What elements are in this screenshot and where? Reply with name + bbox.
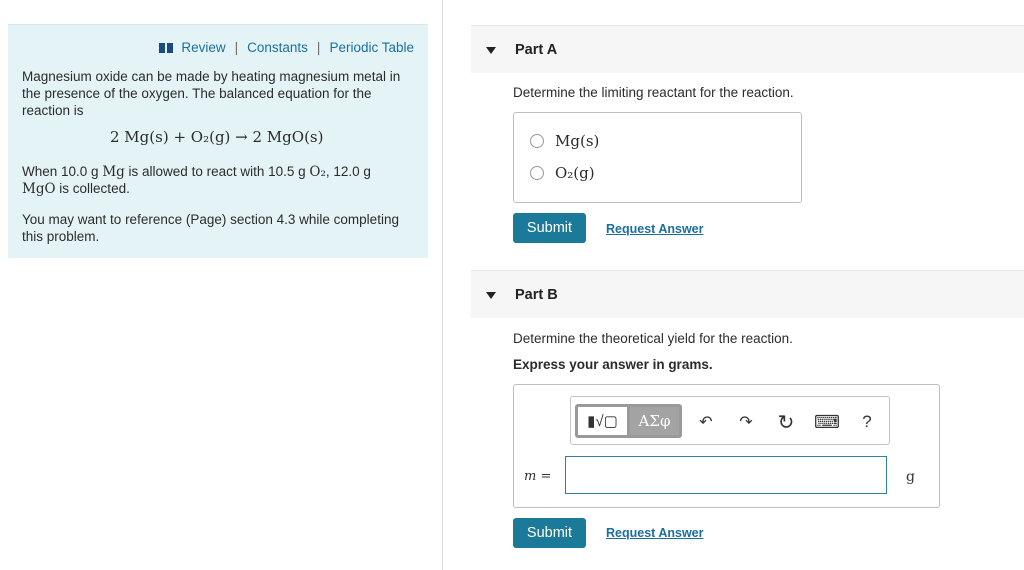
- option-o2[interactable]: O₂(g): [530, 164, 595, 182]
- math-toolbar: ▮√▢ ΑΣφ ↶ ↷ ↻ ⌨ ?: [570, 396, 890, 445]
- collapse-caret-icon[interactable]: [486, 292, 496, 299]
- reference-text-line-1: You may want to reference (Page) section…: [22, 212, 399, 227]
- answer-input-area: ▮√▢ ΑΣφ ↶ ↷ ↻ ⌨ ? m = g: [513, 384, 940, 508]
- review-link[interactable]: Review: [181, 40, 225, 55]
- template-group: ▮√▢ ΑΣφ: [575, 404, 682, 438]
- resource-links: Review | Constants | Periodic Table: [159, 40, 414, 55]
- help-icon[interactable]: ?: [856, 411, 878, 433]
- given-text-line-1: When 10.0 g Mg is allowed to react with …: [22, 163, 371, 181]
- given-text: When 10.0 g: [22, 164, 103, 179]
- part-a-question: Determine the limiting reactant for the …: [513, 85, 794, 100]
- problem-panel: Review | Constants | Periodic Table Magn…: [8, 24, 428, 258]
- undo-icon[interactable]: ↶: [695, 411, 717, 433]
- book-icon: [159, 42, 174, 53]
- part-b-question: Determine the theoretical yield for the …: [513, 331, 793, 346]
- collapse-caret-icon[interactable]: [486, 47, 496, 54]
- option-mg[interactable]: Mg(s): [530, 132, 599, 150]
- greek-symbols-button[interactable]: ΑΣφ: [630, 407, 679, 435]
- link-separator: |: [234, 40, 239, 55]
- intro-text-line-3: reaction is: [22, 103, 84, 118]
- part-b-instruction: Express your answer in grams.: [513, 357, 713, 372]
- part-a-request-answer-link[interactable]: Request Answer: [606, 222, 703, 236]
- reset-icon[interactable]: ↻: [775, 411, 797, 434]
- periodic-table-link[interactable]: Periodic Table: [329, 40, 414, 55]
- given-text-line-2: MgO is collected.: [22, 180, 130, 198]
- part-b-header[interactable]: Part B: [471, 270, 1024, 318]
- column-divider: [442, 0, 443, 570]
- formula-mg: Mg: [102, 164, 125, 180]
- constants-link[interactable]: Constants: [247, 40, 308, 55]
- intro-text-line-2: the presence of the oxygen. The balanced…: [22, 86, 372, 101]
- radio-button[interactable]: [530, 166, 544, 180]
- part-a-title: Part A: [515, 42, 558, 58]
- formula-mgo: MgO: [22, 181, 56, 197]
- redo-icon[interactable]: ↷: [735, 411, 757, 433]
- option-label: Mg(s): [555, 132, 600, 150]
- option-label: O₂(g): [555, 164, 595, 182]
- given-text: , 12.0 g: [325, 164, 371, 179]
- part-b-submit-button[interactable]: Submit: [513, 518, 586, 548]
- templates-button[interactable]: ▮√▢: [578, 407, 627, 435]
- variable-label: m =: [524, 469, 552, 484]
- answer-options: Mg(s) O₂(g): [513, 112, 802, 203]
- part-b-title: Part B: [515, 287, 558, 303]
- given-text: is collected.: [55, 181, 130, 196]
- link-separator: |: [316, 40, 321, 55]
- part-a-header[interactable]: Part A: [471, 25, 1024, 73]
- part-a-submit-button[interactable]: Submit: [513, 213, 586, 243]
- formula-o2: O₂: [309, 164, 326, 180]
- keyboard-icon[interactable]: ⌨: [814, 411, 840, 433]
- given-text: is allowed to react with 10.5 g: [124, 164, 310, 179]
- unit-label: g: [906, 469, 915, 485]
- intro-text-line-1: Magnesium oxide can be made by heating m…: [22, 69, 401, 84]
- answer-input[interactable]: [565, 456, 887, 494]
- part-b-request-answer-link[interactable]: Request Answer: [606, 526, 703, 540]
- reference-text-line-2: this problem.: [22, 229, 100, 244]
- chemical-equation: 2 Mg(s) + O₂(g) → 2 MgO(s): [110, 128, 324, 146]
- radio-button[interactable]: [530, 134, 544, 148]
